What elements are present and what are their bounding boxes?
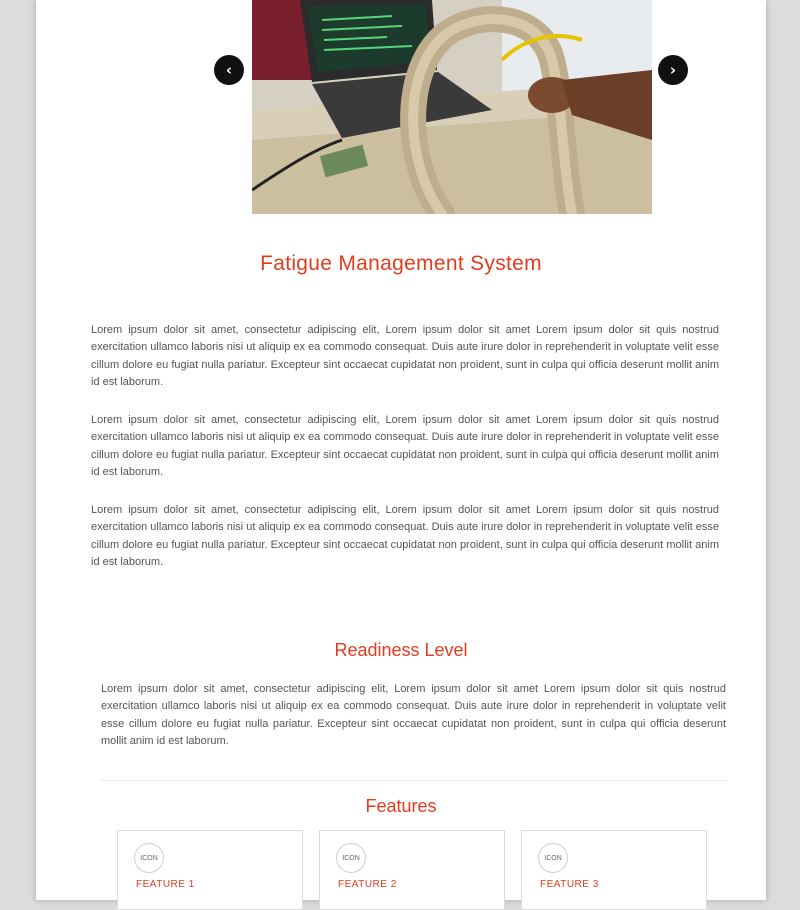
page-title: Fatigue Management System: [260, 252, 542, 275]
section-divider: [101, 780, 726, 781]
carousel-slide-image: [252, 0, 652, 214]
readiness-paragraph: Lorem ipsum dolor sit amet, consectetur …: [101, 683, 726, 747]
feature-placeholder-icon: ICON: [336, 843, 366, 873]
feature-card-2[interactable]: ICON FEATURE 2: [319, 830, 505, 910]
feature-card-label: FEATURE 1: [136, 879, 195, 890]
feature-card-label: FEATURE 2: [338, 879, 397, 890]
chevron-right-icon: ›: [669, 61, 677, 79]
intro-paragraph-1: Lorem ipsum dolor sit amet, consectetur …: [91, 324, 719, 388]
readiness-heading: Readiness Level: [334, 640, 468, 660]
feature-card-1[interactable]: ICON FEATURE 1: [117, 830, 303, 910]
feature-card-3[interactable]: ICON FEATURE 3: [521, 830, 707, 910]
features-heading: Features: [365, 796, 437, 816]
feature-placeholder-icon: ICON: [134, 843, 164, 873]
feature-card-label: FEATURE 3: [540, 879, 599, 890]
feature-placeholder-icon: ICON: [538, 843, 568, 873]
image-carousel: ‹ ›: [214, 0, 688, 214]
slide-photo: [252, 0, 652, 214]
carousel-prev-button[interactable]: ‹: [214, 55, 244, 85]
intro-paragraph-2: Lorem ipsum dolor sit amet, consectetur …: [91, 414, 719, 478]
intro-paragraph-3: Lorem ipsum dolor sit amet, consectetur …: [91, 504, 719, 568]
page-container: ‹ › Fatigue Management System Lorem ipsu…: [36, 0, 766, 910]
chevron-left-icon: ‹: [225, 61, 233, 79]
carousel-next-button[interactable]: ›: [658, 55, 688, 85]
